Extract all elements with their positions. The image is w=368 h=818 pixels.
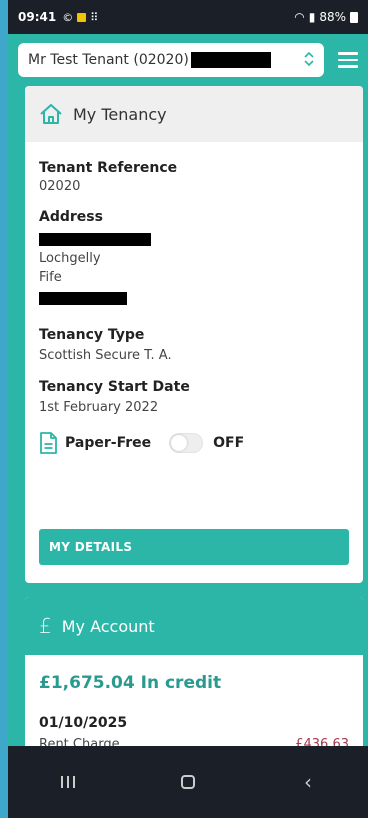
redaction <box>39 232 151 246</box>
transaction-date: 01/10/2025 <box>39 715 128 731</box>
transaction-row: Rent Charge £436.63 <box>25 731 363 746</box>
address-label: Address <box>39 208 103 225</box>
battery-percent: 88% <box>319 10 346 24</box>
redaction <box>190 52 271 68</box>
redaction <box>39 291 127 305</box>
notification-icons: © ⠿ <box>62 11 98 24</box>
grid-notification-icon: ⠿ <box>90 10 99 24</box>
tenant-reference: Tenant Reference 02020 <box>25 160 363 197</box>
tenancy-type: Tenancy Type Scottish Secure T. A. <box>25 327 363 366</box>
balance-text: £1,675.04 In credit <box>39 673 222 693</box>
tenant-select-value: Mr Test Tenant (02020) <box>28 52 189 68</box>
pound-icon: £ <box>39 614 52 638</box>
tenancy-type-value: Scottish Secure T. A. <box>39 347 172 363</box>
tenancy-type-label: Tenancy Type <box>39 326 145 343</box>
tenancy-start-date: Tenancy Start Date 1st February 2022 <box>25 379 363 418</box>
status-time: 09:41 <box>18 10 57 24</box>
paper-free-state: OFF <box>213 435 245 452</box>
app-notification-icon <box>77 12 87 22</box>
status-bar: 09:41 © ⠿ ◠ ▮ 88% <box>8 0 368 34</box>
tenancy-card: My Tenancy Tenant Reference 02020 Addres… <box>25 86 363 583</box>
start-date-label: Tenancy Start Date <box>39 379 190 396</box>
paper-free-label: Paper-Free <box>65 435 152 452</box>
start-date-value: 1st February 2022 <box>39 400 159 416</box>
home-nav-icon <box>181 775 195 789</box>
signal-icon: ▮ <box>308 10 316 24</box>
recents-button[interactable] <box>38 762 98 802</box>
account-card: £ My Account £1,675.04 In credit 01/10/2… <box>25 597 363 746</box>
recents-icon <box>61 776 75 788</box>
system-nav-bar: ‹ <box>8 746 368 818</box>
tenancy-card-header: My Tenancy <box>25 86 363 142</box>
tenant-reference-value: 02020 <box>39 179 81 194</box>
home-nav-button[interactable] <box>158 762 218 802</box>
document-icon <box>40 432 57 455</box>
battery-icon <box>350 11 358 23</box>
paper-free-row: Paper-Free OFF <box>25 432 363 455</box>
address: Address Lochgelly Fife <box>25 209 363 305</box>
status-right: ◠ ▮ 88% <box>294 10 358 24</box>
my-details-button[interactable]: MY DETAILS <box>39 529 349 565</box>
tenancy-card-title: My Tenancy <box>73 104 167 124</box>
tenant-reference-label: Tenant Reference <box>39 160 178 176</box>
chevron-up-down-icon <box>304 51 314 69</box>
tenant-select[interactable]: Mr Test Tenant (02020) <box>18 43 324 77</box>
wifi-icon: ◠ <box>294 10 305 24</box>
paper-free-toggle[interactable] <box>169 433 204 454</box>
back-icon: ‹ <box>304 770 312 794</box>
whatsapp-icon: © <box>62 10 74 24</box>
address-line-1: Lochgelly <box>39 250 101 266</box>
account-card-title: My Account <box>61 616 155 636</box>
account-card-header: £ My Account <box>25 597 363 655</box>
top-bar: Mr Test Tenant (02020) <box>8 34 368 86</box>
transaction-amount: £436.63 <box>295 737 349 746</box>
home-icon <box>40 104 62 124</box>
back-button[interactable]: ‹ <box>278 762 338 802</box>
hamburger-menu-icon[interactable] <box>338 52 358 68</box>
transaction-description: Rent Charge <box>39 737 120 746</box>
address-line-2: Fife <box>39 269 62 285</box>
content-scroll[interactable]: My Tenancy Tenant Reference 02020 Addres… <box>8 86 368 746</box>
